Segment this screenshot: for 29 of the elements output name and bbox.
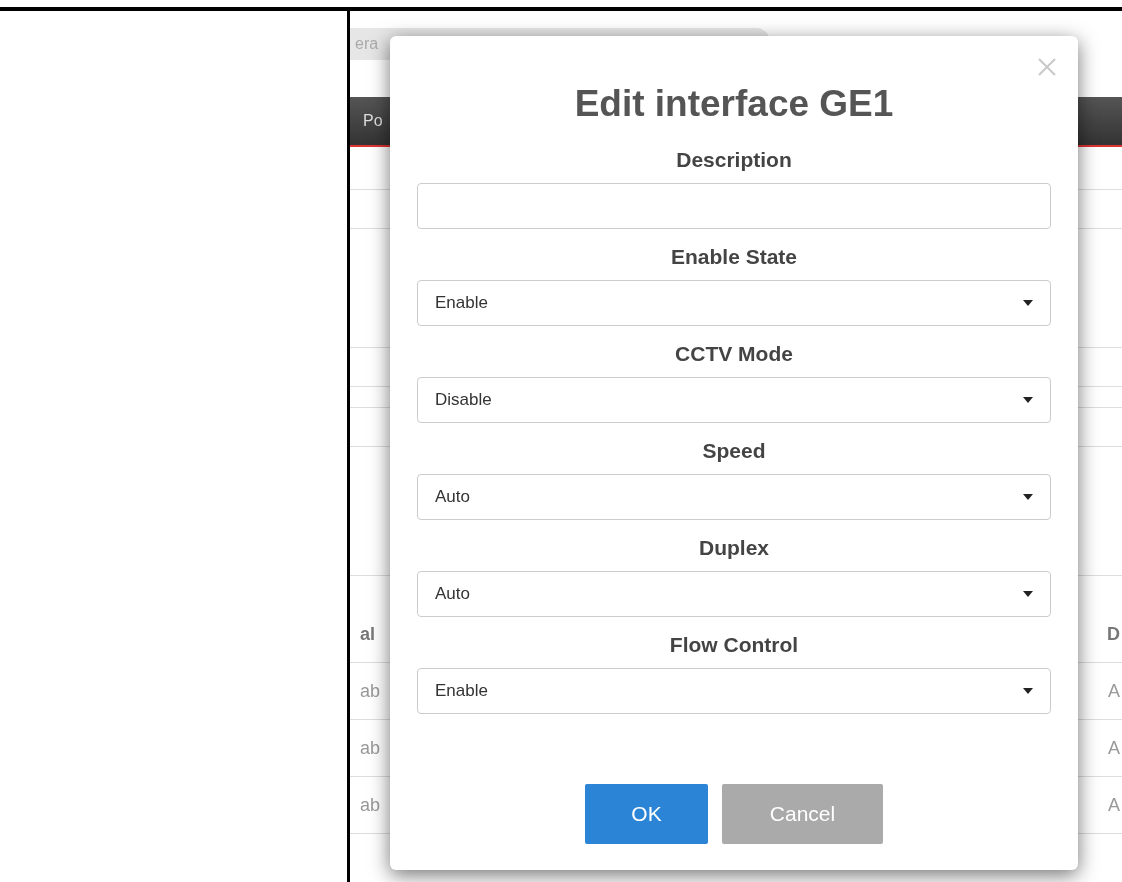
dialog-title: Edit interface GE1 <box>574 82 894 126</box>
caret-icon <box>1023 397 1033 403</box>
dropdown[interactable]: Enable <box>417 668 1051 714</box>
table-cell: ab <box>360 794 381 816</box>
input-field[interactable] <box>417 183 1051 229</box>
caret-icon <box>1023 591 1033 597</box>
close-icon[interactable] <box>1037 57 1057 77</box>
field-label: Enable State <box>670 244 797 270</box>
field-label: CCTV Mode <box>675 341 793 367</box>
column-header: al <box>360 623 375 645</box>
table-cell: A <box>1108 680 1120 702</box>
field-label: Duplex <box>699 535 769 561</box>
column-header: D <box>1107 623 1120 645</box>
caret-icon <box>1023 300 1033 306</box>
table-cell: ab <box>360 680 381 702</box>
ok-button[interactable]: OK <box>585 784 708 844</box>
caret-icon <box>1023 494 1033 500</box>
field-label: Description <box>676 147 792 173</box>
dropdown[interactable]: Auto <box>417 571 1051 617</box>
field-label: Flow Control <box>669 632 799 658</box>
dropdown[interactable]: Disable <box>417 377 1051 423</box>
section-tab[interactable]: Po <box>350 112 383 130</box>
table-cell: A <box>1108 737 1120 759</box>
dropdown[interactable]: Auto <box>417 474 1051 520</box>
field-label: Speed <box>702 438 766 464</box>
table-cell: A <box>1108 794 1120 816</box>
caret-icon <box>1023 688 1033 694</box>
table-cell: ab <box>360 737 381 759</box>
dropdown[interactable]: Enable <box>417 280 1051 326</box>
